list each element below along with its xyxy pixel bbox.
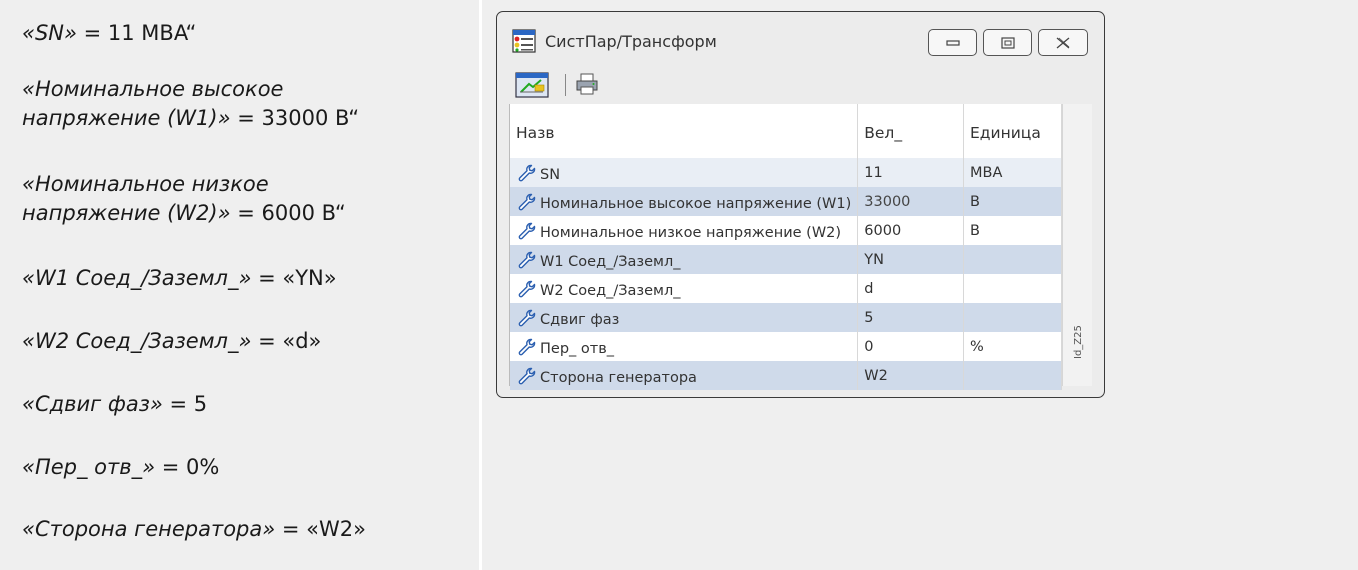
table-row[interactable]: Номинальное высокое напряжение (W1) 3300…	[510, 187, 1063, 216]
param-value: W2	[857, 361, 964, 390]
parameters-table-area: Назв Вел_ Единица SN 11 MBA Номинальное …	[509, 104, 1092, 390]
param-value: 6000	[857, 216, 964, 245]
left-line-tap: «Пер_ отв_» = 0%	[22, 455, 220, 479]
column-header-value[interactable]: Вел_	[857, 104, 964, 158]
wrench-icon	[518, 164, 536, 181]
param-value: 11	[857, 158, 964, 187]
param-value: d	[857, 274, 964, 303]
left-line-w2-b: напряжение (W2)» = 6000 B“	[22, 201, 346, 225]
left-line-w2-a: «Номинальное низкое	[22, 172, 269, 196]
param-unit: %	[963, 332, 1063, 361]
table-row[interactable]: Пер_ отв_ 0 %	[510, 332, 1063, 361]
param-unit	[963, 303, 1063, 332]
param-value: 0	[857, 332, 964, 361]
param-name: W1 Соед_/Заземл_	[540, 253, 681, 270]
wrench-icon	[518, 222, 536, 239]
table-row[interactable]: Номинальное низкое напряжение (W2) 6000 …	[510, 216, 1063, 245]
param-name: Номинальное низкое напряжение (W2)	[540, 224, 842, 241]
parameter-edit-icon[interactable]	[515, 72, 549, 98]
maximize-button[interactable]	[983, 29, 1032, 56]
toolbar	[509, 68, 1094, 100]
toolbar-separator	[565, 74, 566, 96]
table-row[interactable]: Сторона генератора W2	[510, 361, 1063, 390]
window-title: СистПар/Трансформ	[545, 32, 717, 51]
params-window: СистПар/Трансформ Назв Вел_ Единица SN 1…	[496, 11, 1105, 398]
wrench-icon	[518, 193, 536, 210]
table-header-row: Назв Вел_ Единица	[510, 104, 1063, 158]
wrench-icon	[518, 280, 536, 297]
left-line-sn: «SN» = 11 MBA“	[22, 21, 197, 45]
print-icon[interactable]	[575, 72, 599, 96]
param-name: W2 Соед_/Заземл_	[540, 282, 681, 299]
param-name: Сдвиг фаз	[540, 311, 620, 328]
table-row[interactable]: W1 Соед_/Заземл_ YN	[510, 245, 1063, 274]
table-row[interactable]: W2 Соед_/Заземл_ d	[510, 274, 1063, 303]
param-unit	[963, 361, 1063, 390]
param-unit: B	[963, 187, 1063, 216]
table-row[interactable]: Сдвиг фаз 5	[510, 303, 1063, 332]
minimize-icon	[945, 39, 960, 46]
left-text-panel: «SN» = 11 MBA“ «Номинальное высокое напр…	[0, 0, 479, 570]
window-titlebar[interactable]: СистПар/Трансформ	[497, 12, 1104, 68]
close-button[interactable]	[1038, 29, 1088, 56]
wrench-icon	[518, 367, 536, 384]
figure-id-label: Id_Z25	[1073, 325, 1084, 359]
parameters-table: Назв Вел_ Единица SN 11 MBA Номинальное …	[510, 104, 1063, 390]
param-name: Номинальное высокое напряжение (W1)	[540, 195, 852, 212]
param-unit: MBA	[963, 158, 1063, 187]
wrench-icon	[518, 338, 536, 355]
param-name: Сторона генератора	[540, 369, 697, 386]
wrench-icon	[518, 309, 536, 326]
param-value: 33000	[857, 187, 964, 216]
close-icon	[1056, 37, 1070, 48]
left-line-gen: «Сторона генератора» = «W2»	[22, 517, 366, 541]
app-list-icon	[512, 29, 536, 53]
maximize-icon	[1000, 36, 1015, 49]
param-name: SN	[540, 166, 561, 183]
param-unit	[963, 245, 1063, 274]
left-line-w1-a: «Номинальное высокое	[22, 77, 284, 101]
left-line-w1-conn: «W1 Соед_/Заземл_» = «YN»	[22, 266, 337, 290]
param-value: YN	[857, 245, 964, 274]
table-row[interactable]: SN 11 MBA	[510, 158, 1063, 187]
param-value: 5	[857, 303, 964, 332]
left-line-w2-conn: «W2 Соед_/Заземл_» = «d»	[22, 329, 322, 353]
column-header-unit[interactable]: Единица	[963, 104, 1063, 158]
minimize-button[interactable]	[928, 29, 977, 56]
column-header-name[interactable]: Назв	[510, 104, 859, 158]
wrench-icon	[518, 251, 536, 268]
param-unit	[963, 274, 1063, 303]
param-unit: B	[963, 216, 1063, 245]
param-name: Пер_ отв_	[540, 340, 615, 357]
left-line-phase: «Сдвиг фаз» = 5	[22, 392, 208, 416]
left-line-w1-b: напряжение (W1)» = 33000 B“	[22, 106, 360, 130]
